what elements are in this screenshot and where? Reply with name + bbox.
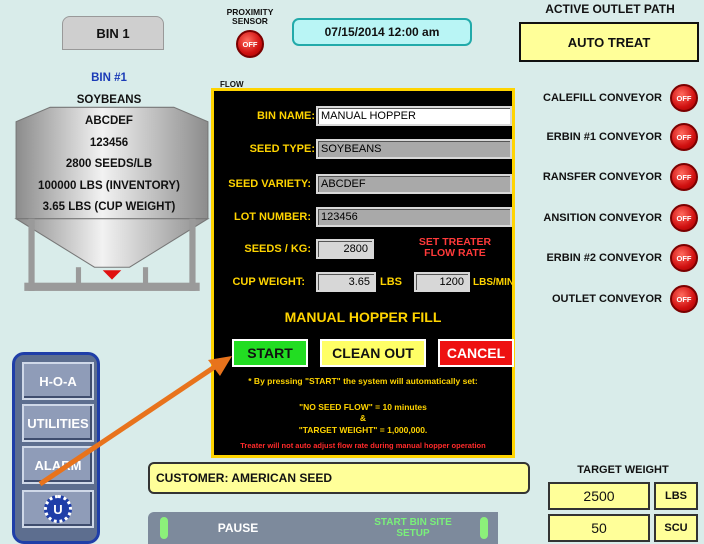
note-line1: * By pressing "START" the system will au… — [248, 376, 478, 386]
proximity-sensor-indicator: OFF — [236, 30, 264, 58]
bin-inventory: 100000 LBS (INVENTORY) — [38, 179, 180, 192]
target-weight-title: TARGET WEIGHT — [577, 464, 669, 476]
prox-label-line2: SENSOR — [232, 16, 268, 26]
pause-indicator — [160, 517, 168, 539]
conveyor-status-indicator[interactable]: OFF — [670, 123, 698, 151]
set-treater-line2: FLOW RATE — [424, 247, 486, 259]
alarm-button[interactable]: ALARM — [22, 446, 94, 484]
auto-treat-button[interactable]: AUTO TREAT — [519, 22, 699, 62]
lot-number-label: LOT NUMBER: — [234, 211, 311, 223]
pause-label: PAUSE — [217, 521, 259, 535]
bin-info: BIN #1 SOYBEANS ABCDEF 123456 2800 SEEDS… — [14, 68, 204, 219]
conveyor-status-indicator[interactable]: OFF — [670, 204, 698, 232]
datetime-display[interactable]: 07/15/2014 12:00 am — [292, 18, 472, 46]
active-outlet-path-title: ACTIVE OUTLET PATH — [545, 2, 675, 16]
proximity-sensor-label: PROXIMITY SENSOR — [210, 8, 290, 26]
conveyor-label: ERBIN #2 CONVEYOR — [546, 252, 662, 264]
bin-variety: ABCDEF — [85, 115, 133, 127]
target-weight-lbs-unit: LBS — [654, 482, 698, 510]
lot-number-input[interactable]: 123456 — [316, 207, 512, 227]
utilities-button[interactable]: UTILITIES — [22, 404, 94, 442]
start-bin-site-setup-button[interactable]: START BIN SITE SETUP — [328, 512, 498, 544]
set-treater-flow-rate-label: SET TREATER FLOW RATE — [410, 237, 500, 259]
manual-hopper-dialog: BIN NAME: MANUAL HOPPER SEED TYPE: SOYBE… — [211, 88, 515, 458]
seed-type-input[interactable]: SOYBEANS — [316, 139, 512, 159]
flow-rate-input[interactable]: 1200 — [414, 272, 470, 292]
pause-button[interactable]: PAUSE — [148, 512, 328, 544]
bin-lot: 123456 — [89, 136, 129, 149]
seeds-per-kg-label: SEEDS / KG: — [244, 243, 311, 255]
target-weight-scu-unit: SCU — [654, 514, 698, 542]
seeds-per-kg-input[interactable]: 2800 — [316, 239, 374, 259]
bin-cup-weight: 3.65 LBS (CUP WEIGHT) — [42, 201, 176, 213]
target-weight-lbs-input[interactable]: 2500 — [548, 482, 650, 510]
flow-rate-unit: LBS/MIN — [473, 277, 515, 288]
clean-out-button[interactable]: CLEAN OUT — [320, 339, 426, 367]
conveyor-label: RANSFER CONVEYOR — [542, 171, 662, 183]
bin-name-input[interactable]: MANUAL HOPPER — [316, 106, 512, 126]
hoa-button[interactable]: H-O-A — [22, 362, 94, 400]
logo-letter: U — [53, 501, 63, 517]
target-weight-scu-input[interactable]: 50 — [548, 514, 650, 542]
setup-indicator — [480, 517, 488, 539]
note-warning: Treater will not auto adjust flow rate d… — [240, 441, 486, 450]
bin-seed-type: SOYBEANS — [76, 93, 142, 106]
conveyor-status-indicator[interactable]: OFF — [670, 285, 698, 313]
conveyor-label: ANSITION CONVEYOR — [543, 212, 662, 224]
bin-tab[interactable]: BIN 1 — [62, 16, 164, 50]
conveyor-status-indicator[interactable]: OFF — [670, 244, 698, 272]
logo-button[interactable]: U — [22, 490, 94, 528]
seed-variety-label: SEED VARIETY: — [228, 178, 311, 190]
note-line2: "NO SEED FLOW" = 10 minutes — [299, 402, 427, 412]
conveyor-label: ERBIN #1 CONVEYOR — [546, 131, 662, 143]
cancel-button[interactable]: CANCEL — [438, 339, 514, 367]
bin-seeds-per-lb: 2800 SEEDS/LB — [65, 158, 153, 170]
bin-number: BIN #1 — [91, 72, 127, 84]
cup-weight-label: CUP WEIGHT: — [232, 276, 305, 288]
bin-name-label: BIN NAME: — [256, 110, 315, 122]
customer-display[interactable]: CUSTOMER: AMERICAN SEED — [148, 462, 530, 494]
seed-type-label: SEED TYPE: — [249, 143, 315, 155]
cup-weight-input[interactable]: 3.65 — [316, 272, 376, 292]
start-button[interactable]: START — [232, 339, 308, 367]
conveyor-status-indicator[interactable]: OFF — [670, 163, 698, 191]
conveyor-label: OUTLET CONVEYOR — [551, 293, 662, 305]
conveyor-label: CALEFILL CONVEYOR — [543, 92, 662, 104]
conveyor-status-indicator[interactable]: OFF — [670, 84, 698, 112]
note-line4: "TARGET WEIGHT" = 1,000,000. — [298, 425, 428, 435]
dialog-title: MANUAL HOPPER FILL — [284, 309, 442, 325]
note-line3: & — [359, 413, 367, 423]
seed-variety-input[interactable]: ABCDEF — [316, 174, 512, 194]
start-bin-site-setup-label: START BIN SITE SETUP — [374, 517, 452, 539]
gear-logo-icon: U — [44, 495, 72, 523]
cup-weight-unit: LBS — [380, 276, 402, 288]
